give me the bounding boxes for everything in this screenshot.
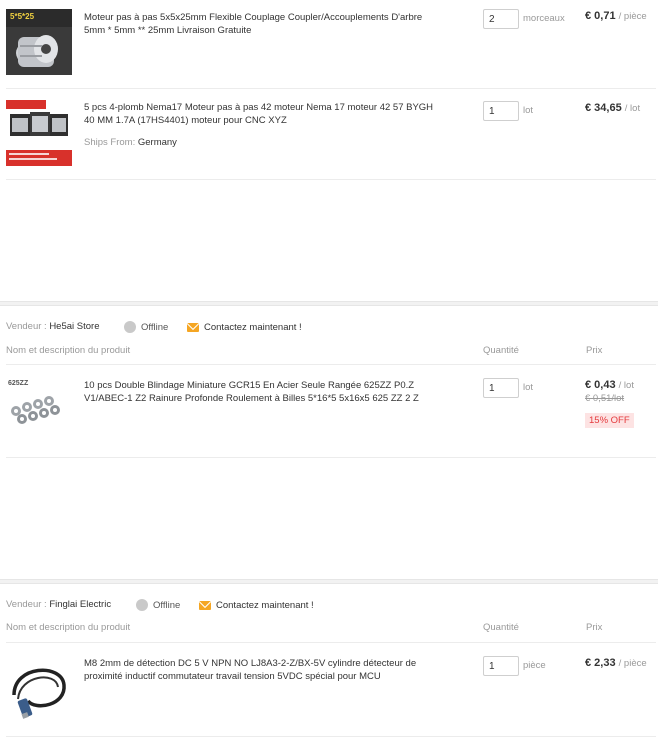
vendor-status: Offline [153,600,181,611]
header-divider [6,642,656,643]
unit-label: lot [523,382,534,393]
vendor-label: Vendeur : [6,321,47,332]
price-per: / lot [624,103,641,114]
column-header-price: Prix [586,345,603,356]
price-per: / lot [618,380,634,391]
mail-icon[interactable] [199,601,211,610]
price-value: € 2,33 [585,657,616,669]
quantity-input[interactable] [483,656,519,676]
offline-icon [124,321,136,333]
ships-from: Ships From: Germany [84,137,177,148]
row-divider [6,736,656,737]
quantity-input[interactable] [483,9,519,29]
vendor-name-link[interactable]: Finglai Electric [49,599,111,610]
original-price: € 0,51/lot [585,393,625,404]
product-image[interactable] [6,100,72,166]
price-value: € 0,71 [585,10,616,22]
row-divider [6,457,656,458]
price-value: € 0,43 [585,379,616,391]
vendor-info: Vendeur : Finglai Electric [6,599,111,610]
price-value: € 34,65 [585,102,622,114]
column-header-product: Nom et description du produit [6,345,131,356]
product-title[interactable]: M8 2mm de détection DC 5 V NPN NO LJ8A3-… [84,657,436,683]
contact-seller-link[interactable]: Contactez maintenant ! [204,322,302,333]
product-image[interactable] [6,655,72,721]
vendor-status: Offline [141,322,169,333]
unit-price: € 34,65 / lot [585,102,640,114]
product-title[interactable]: Moteur pas à pas 5x5x25mm Flexible Coupl… [84,11,436,37]
offline-icon [136,599,148,611]
unit-label: lot [523,105,534,116]
product-title[interactable]: 10 pcs Double Blindage Miniature GCR15 E… [84,379,436,405]
column-header-product: Nom et description du produit [6,622,131,633]
vendor-name-link[interactable]: He5ai Store [49,321,99,332]
discount-badge: 15% OFF [585,413,634,428]
product-image[interactable]: 5*5*25 [6,9,72,75]
row-divider [6,179,656,180]
vendor-label: Vendeur : [6,599,47,610]
ships-from-value: Germany [137,137,177,148]
mail-icon[interactable] [187,323,199,332]
vendor-separator [0,301,658,306]
image-caption: 625ZZ [8,380,29,387]
product-title[interactable]: 5 pcs 4-plomb Nema17 Moteur pas à pas 42… [84,101,436,127]
column-header-quantity: Quantité [483,345,519,356]
image-caption: 5*5*25 [10,12,35,21]
vendor-info: Vendeur : He5ai Store [6,321,99,332]
quantity-input[interactable] [483,378,519,398]
quantity-input[interactable] [483,101,519,121]
ships-from-label: Ships From: [84,137,136,148]
column-header-quantity: Quantité [483,622,519,633]
column-header-price: Prix [586,622,603,633]
unit-price: € 0,43 / lot [585,379,634,391]
unit-price: € 2,33 / pièce [585,657,647,669]
unit-label: morceaux [523,13,565,24]
price-per: / pièce [618,11,647,22]
header-divider [6,364,656,365]
contact-seller-link[interactable]: Contactez maintenant ! [216,600,314,611]
unit-label: pièce [523,660,546,671]
row-divider [6,88,656,89]
product-image[interactable]: 625ZZ [6,377,72,443]
unit-price: € 0,71 / pièce [585,10,647,22]
vendor-separator [0,579,658,584]
price-per: / pièce [618,658,647,669]
